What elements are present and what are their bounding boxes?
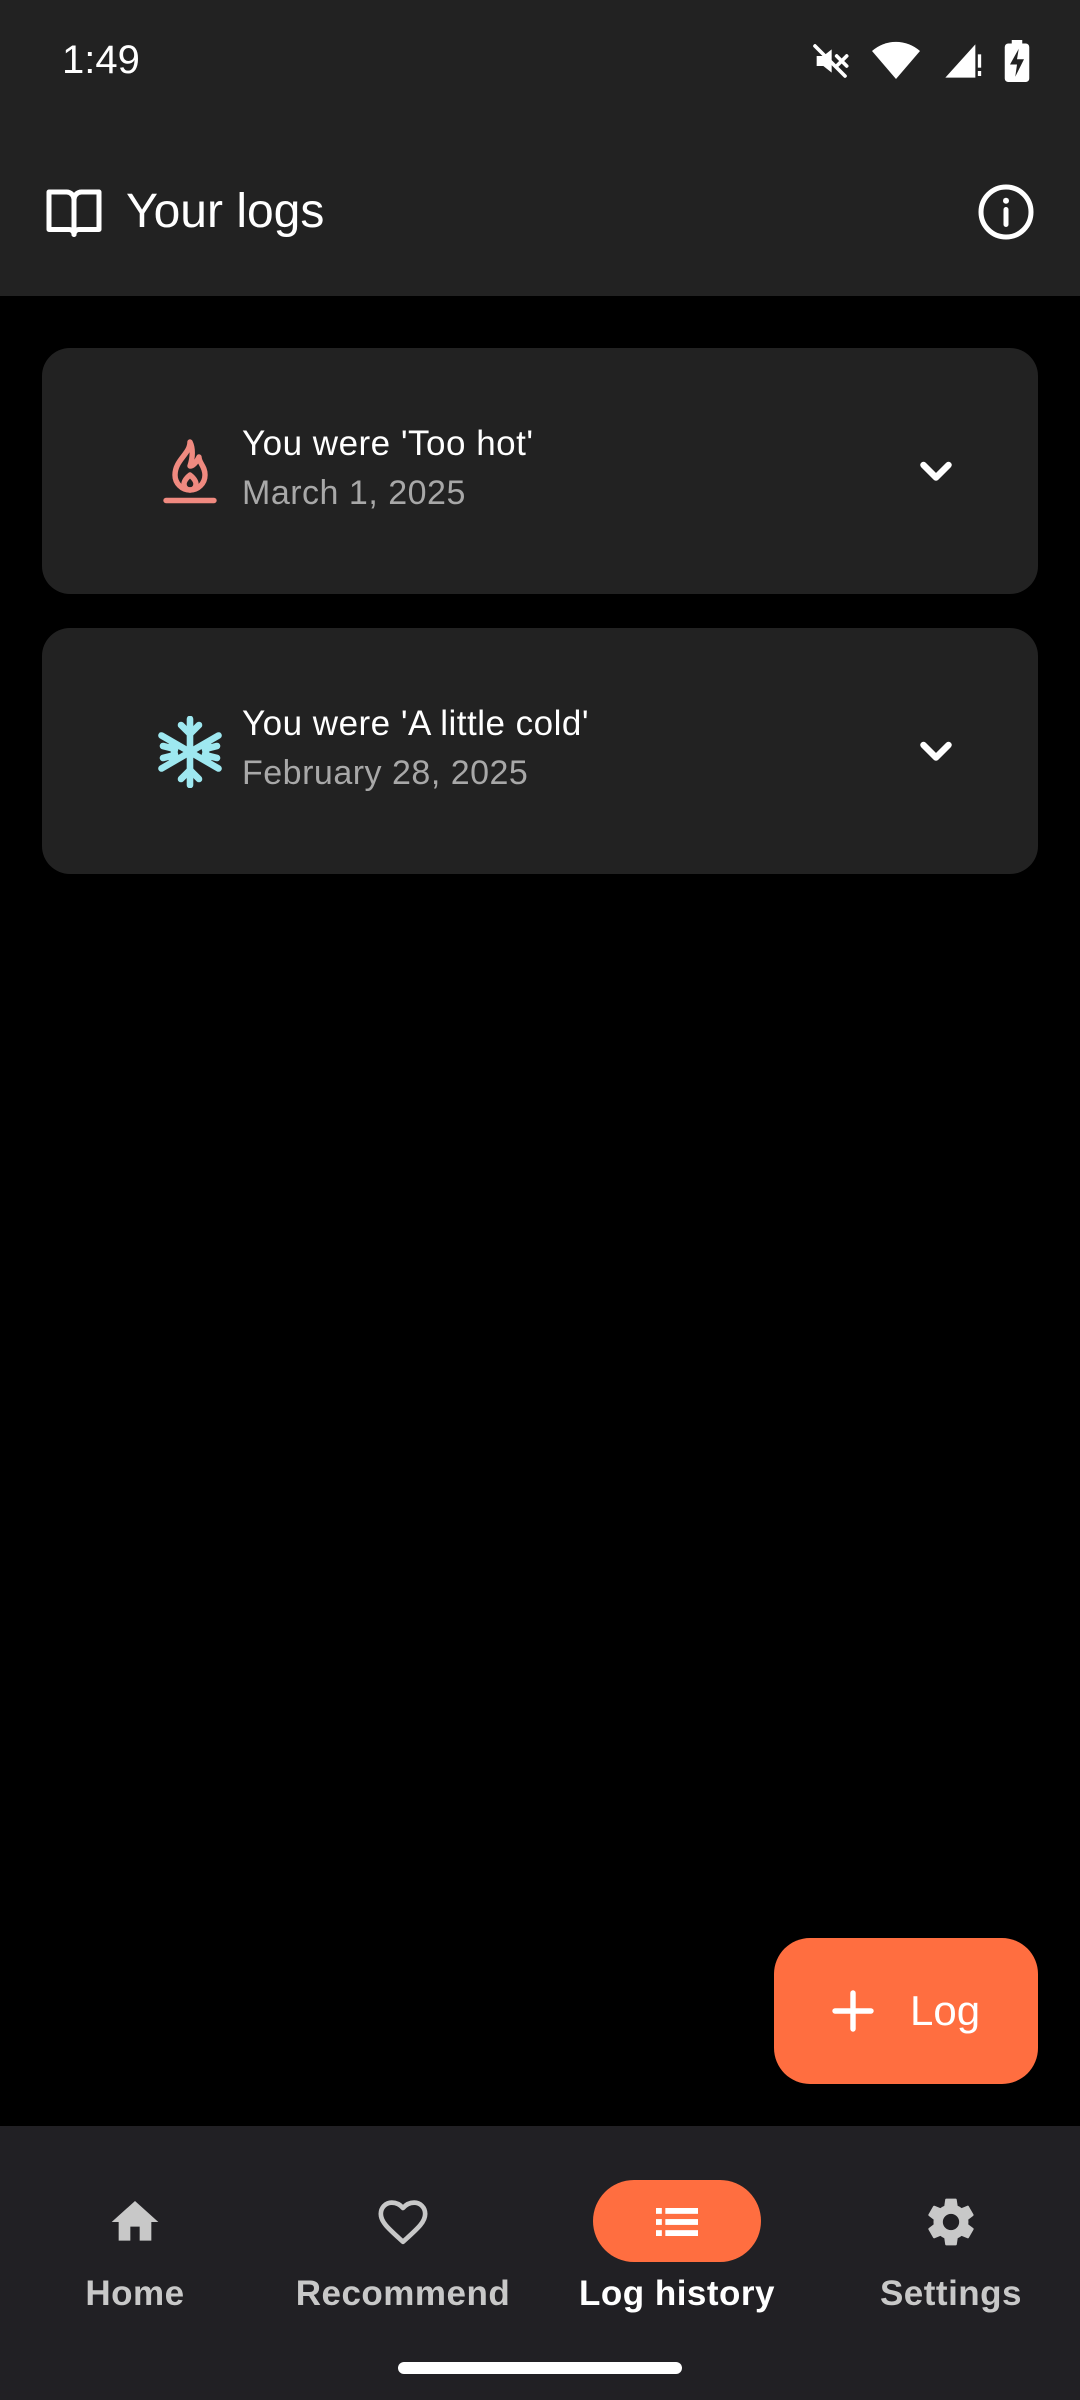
status-bar: 1:49 [0, 0, 1080, 130]
gesture-bar[interactable] [398, 2362, 682, 2374]
fab-label: Log [910, 1987, 981, 2034]
nav-label: Log history [578, 2274, 776, 2313]
info-icon[interactable] [976, 182, 1036, 242]
status-time: 1:49 [62, 38, 140, 82]
log-card[interactable]: You were 'A little cold' February 28, 20… [42, 628, 1038, 874]
signal-icon [942, 41, 982, 81]
nav-label: Home [85, 2274, 185, 2313]
mute-icon [810, 41, 850, 81]
flame-icon [154, 436, 226, 508]
log-title: You were 'Too hot' [242, 424, 534, 463]
plus-icon [826, 1984, 880, 2038]
snowflake-icon [154, 715, 226, 789]
nav-label: Settings [879, 2274, 1023, 2313]
nav-item-settings[interactable]: Settings [816, 2152, 1080, 2322]
bottom-nav: Home Recommend Log history Settings [0, 2126, 1080, 2400]
gear-icon [923, 2194, 979, 2250]
list-icon [649, 2194, 705, 2250]
status-icons [810, 40, 1030, 82]
chevron-down-icon[interactable] [906, 720, 966, 780]
nav-label: Recommend [295, 2274, 511, 2313]
book-open-icon [44, 182, 104, 242]
nav-item-home[interactable]: Home [0, 2152, 270, 2322]
page-title: Your logs [126, 185, 325, 238]
nav-item-log-history[interactable]: Log history [542, 2152, 812, 2322]
battery-charging-icon [1004, 40, 1030, 82]
log-date: February 28, 2025 [242, 754, 529, 792]
home-icon [107, 2194, 163, 2250]
log-date: March 1, 2025 [242, 474, 466, 512]
chevron-down-icon[interactable] [906, 440, 966, 500]
wifi-icon [872, 41, 920, 81]
nav-item-recommend[interactable]: Recommend [268, 2152, 538, 2322]
heart-icon [375, 2194, 431, 2250]
log-card[interactable]: You were 'Too hot' March 1, 2025 [42, 348, 1038, 594]
add-log-button[interactable]: Log [774, 1938, 1038, 2084]
log-title: You were 'A little cold' [242, 704, 590, 743]
app-bar: Your logs [0, 130, 1080, 296]
